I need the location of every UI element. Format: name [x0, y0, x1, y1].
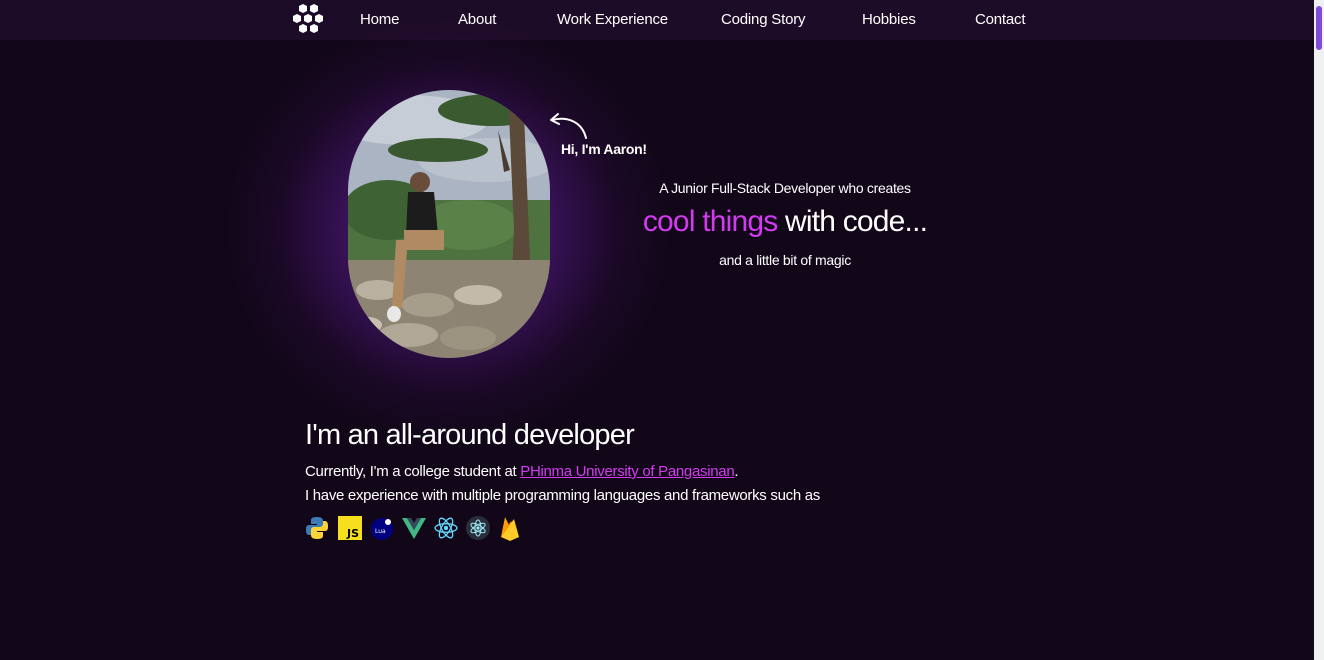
firebase-icon — [501, 517, 519, 541]
nav-link-coding-story[interactable]: Coding Story — [721, 11, 806, 28]
top-navbar: Home About Work Experience Coding Story … — [0, 0, 1314, 40]
hero-tagline-highlight: cool things — [642, 205, 778, 238]
page-scrollbar[interactable] — [1314, 0, 1324, 660]
nav-link-work-experience[interactable]: Work Experience — [557, 11, 668, 28]
about-experience-line: I have experience with multiple programm… — [305, 487, 820, 504]
react-icon — [434, 517, 458, 539]
about-heading: I'm an all-around developer — [305, 419, 635, 451]
javascript-icon: JS — [338, 516, 362, 540]
hero-tagline-main: cool things with code... — [560, 205, 1010, 239]
hero-tagline-rest: with code... — [777, 205, 928, 238]
vue-icon — [402, 518, 426, 539]
hero-tagline-line3: and a little bit of magic — [719, 252, 851, 268]
about-line1-prefix: Currently, I'm a college student at — [305, 463, 521, 480]
about-line1-suffix: . — [734, 463, 739, 480]
svg-text:Lua: Lua — [375, 528, 386, 535]
python-icon — [306, 517, 328, 539]
electron-icon — [466, 516, 490, 540]
hero-tagline-line1: A Junior Full-Stack Developer who create… — [659, 180, 911, 196]
scrollbar-thumb[interactable] — [1316, 6, 1322, 50]
nav-link-contact[interactable]: Contact — [975, 11, 1025, 28]
nav-link-hobbies[interactable]: Hobbies — [862, 11, 916, 28]
about-education-line: Currently, I'm a college student at PHin… — [305, 463, 739, 480]
curved-arrow-icon — [550, 113, 587, 139]
university-link[interactable]: PHinma University of Pangasinan — [520, 463, 734, 480]
lua-icon: Lua — [371, 518, 393, 540]
hero-greeting: Hi, I'm Aaron! — [561, 141, 647, 157]
hexagon-cluster-logo[interactable] — [288, 4, 328, 36]
svg-text:JS: JS — [346, 527, 359, 540]
profile-photo — [348, 90, 550, 358]
